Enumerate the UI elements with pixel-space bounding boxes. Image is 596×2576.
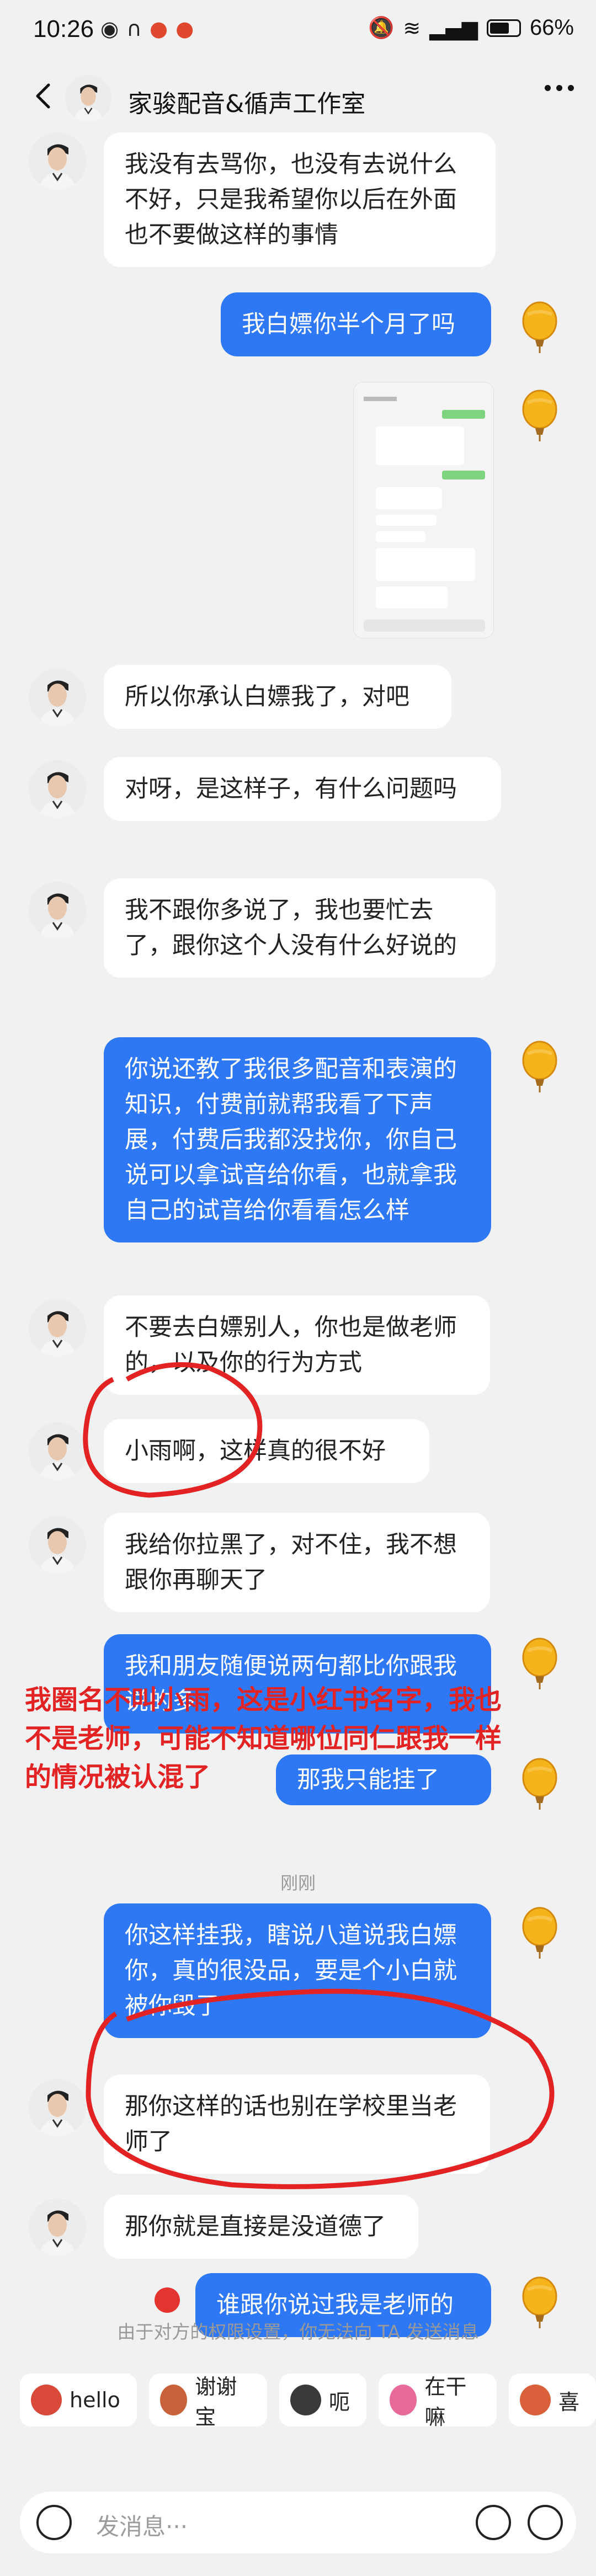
- sticker-icon: [290, 2385, 321, 2415]
- sticker-icon: [519, 2385, 551, 2415]
- input-bar: 发消息···: [0, 2483, 596, 2576]
- red-circle-annotations: [83, 1362, 555, 2189]
- message-input-container: 发消息···: [20, 2492, 576, 2553]
- sticker-icon: [31, 2385, 62, 2415]
- system-note: 由于对方的权限设置，你无法向 TA 发送消息: [117, 2321, 479, 2343]
- sticker-icon: [389, 2385, 417, 2415]
- quick-reply-chip[interactable]: 喜: [508, 2374, 596, 2426]
- quick-reply-bar: hello 谢谢宝 呃 在干嘛 喜: [20, 2374, 596, 2429]
- message-input[interactable]: 发消息···: [96, 2508, 188, 2542]
- quick-reply-chip[interactable]: hello: [20, 2374, 137, 2426]
- quick-reply-label: 喜: [558, 2390, 579, 2414]
- quick-reply-label: 呃: [328, 2390, 350, 2414]
- quick-reply-chip[interactable]: 呃: [279, 2374, 366, 2426]
- emoji-icon[interactable]: [476, 2505, 511, 2540]
- quick-reply-label: 谢谢宝: [195, 2375, 237, 2429]
- quick-reply-label: hello: [70, 2388, 120, 2412]
- quick-reply-chip[interactable]: 谢谢宝: [148, 2374, 267, 2429]
- quick-reply-chip[interactable]: 在干嘛: [378, 2374, 497, 2429]
- sticker-icon: [159, 2385, 188, 2415]
- quick-reply-label: 在干嘛: [424, 2375, 467, 2429]
- plus-icon[interactable]: [528, 2505, 563, 2540]
- voice-icon[interactable]: [36, 2505, 72, 2540]
